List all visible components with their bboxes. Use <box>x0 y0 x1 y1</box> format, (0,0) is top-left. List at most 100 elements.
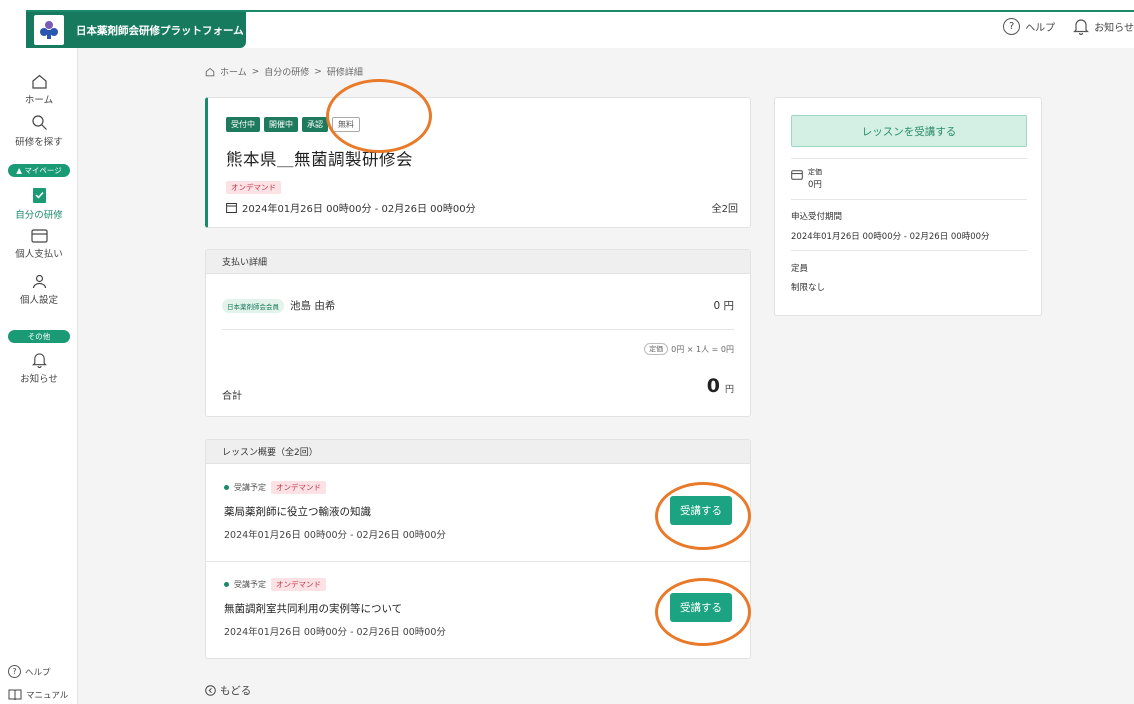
status-badge: 承認 <box>302 117 328 132</box>
lesson-card: レッスン概要（全2回） 受講予定 オンデマンド 薬局薬剤師に役立つ輸液の知識 2… <box>205 439 751 659</box>
list-item: 受講予定 オンデマンド 薬局薬剤師に役立つ輸液の知識 2024年01月26日 0… <box>206 464 750 561</box>
lesson-dates: 2024年01月26日 00時00分 - 02月26日 00時00分 <box>224 627 446 638</box>
sidebar-item-label: お知らせ <box>20 374 58 385</box>
ondemand-tag: オンデマンド <box>271 481 326 494</box>
member-row: 日本薬剤師会会員 池島 由希 <box>222 298 335 313</box>
sidebar-item-label: 個人支払い <box>15 249 63 260</box>
period-value: 2024年01月26日 00時00分 - 02月26日 00時00分 <box>791 232 990 242</box>
home-icon <box>205 67 215 76</box>
sidebar-manual-label: マニュアル <box>26 691 69 701</box>
course-dates: 2024年01月26日 00時00分 - 02月26日 00時00分 <box>226 200 476 215</box>
bell-icon <box>1073 19 1090 35</box>
list-item: 受講予定 オンデマンド 無菌調剤室共同利用の実例等について 2024年01月26… <box>206 561 750 658</box>
join-lesson-button[interactable]: 受講する <box>670 496 732 525</box>
breadcrumb-current: 研修詳細 <box>326 68 363 78</box>
sidebar-item-my-training[interactable]: 自分の研修 <box>0 187 78 221</box>
my-training-icon <box>32 188 46 203</box>
status-badge: 受付中 <box>226 117 260 132</box>
enroll-panel: レッスンを受講する 定価 0円 申込受付期間 2024年01月26日 00時00… <box>774 97 1042 316</box>
help-link[interactable]: ? ヘルプ <box>1003 18 1055 35</box>
sidebar-manual-link[interactable]: マニュアル <box>8 689 68 701</box>
total-value: 0 円 <box>707 375 734 397</box>
price-label: 定価 <box>808 168 822 176</box>
top-bar: 日本薬剤師会研修プラットフォーム ? ヘルプ お知らせ <box>0 0 1134 48</box>
back-label: もどる <box>220 685 252 697</box>
price-formula: 定価 0円 × 1人 = 0円 <box>644 343 734 355</box>
total-label: 合計 <box>222 391 242 402</box>
card-icon <box>30 229 48 243</box>
book-icon <box>8 689 22 701</box>
capacity-label: 定員 <box>791 264 809 274</box>
brand-header[interactable]: 日本薬剤師会研修プラットフォーム <box>26 12 246 48</box>
capacity-value: 制限なし <box>791 283 826 293</box>
sidebar-section-mypage[interactable]: ▲ マイページ <box>8 164 70 177</box>
period-label: 申込受付期間 <box>791 212 843 222</box>
sidebar-item-label: 個人設定 <box>19 295 58 306</box>
user-icon <box>32 274 46 289</box>
ondemand-tag: オンデマンド <box>271 578 326 591</box>
lesson-status-text: 受講予定 <box>234 580 266 589</box>
sidebar: ホーム 研修を探す ▲ マイページ 自分の研修 個人支払い 個人設定 その他 お… <box>0 48 78 704</box>
lesson-title: 薬局薬剤師に役立つ輸液の知識 <box>224 506 371 518</box>
app-title: 日本薬剤師会研修プラットフォーム <box>76 24 244 37</box>
lesson-title: 無菌調剤室共同利用の実例等について <box>224 603 403 615</box>
session-count: 全2回 <box>711 204 738 215</box>
lesson-status: 受講予定 オンデマンド <box>224 481 326 494</box>
search-icon <box>31 115 47 130</box>
take-lesson-button[interactable]: レッスンを受講する <box>791 115 1027 147</box>
divider <box>791 199 1027 200</box>
course-dates-text: 2024年01月26日 00時00分 - 02月26日 00時00分 <box>242 204 476 215</box>
breadcrumb-home[interactable]: ホーム <box>220 65 247 78</box>
breadcrumb-mine[interactable]: 自分の研修 <box>264 65 309 78</box>
divider <box>791 158 1027 159</box>
status-badges: 受付中 開催中 承認 無料 <box>226 117 360 132</box>
sidebar-help-label: ヘルプ <box>25 667 51 678</box>
sidebar-section-other: その他 <box>8 330 70 343</box>
status-badge: 開催中 <box>264 117 298 132</box>
member-name: 池島 由希 <box>290 300 336 312</box>
divider <box>791 250 1027 251</box>
sidebar-item-settings[interactable]: 個人設定 <box>0 274 78 306</box>
formula-text: 0円 × 1人 = 0円 <box>671 344 734 354</box>
association-logo-icon <box>34 15 64 45</box>
payment-heading: 支払い詳細 <box>206 250 750 274</box>
status-dot-icon <box>224 485 229 490</box>
lesson-status-text: 受講予定 <box>234 483 266 492</box>
lesson-heading: レッスン概要（全2回） <box>206 440 750 464</box>
price-value: 0円 <box>808 180 822 190</box>
notifications-label: お知らせ <box>1094 23 1134 34</box>
formula-tag: 定価 <box>644 343 669 355</box>
sidebar-item-label: 研修を探す <box>15 137 63 148</box>
sidebar-item-search[interactable]: 研修を探す <box>0 114 78 148</box>
member-tag: 日本薬剤師会会員 <box>222 298 284 313</box>
course-header-card: 受付中 開催中 承認 無料 熊本県＿無菌調製研修会 オンデマンド 2024年01… <box>205 97 751 228</box>
total-unit: 円 <box>724 385 734 395</box>
home-icon <box>31 74 47 89</box>
bell-icon <box>31 353 47 368</box>
sidebar-item-notices[interactable]: お知らせ <box>0 352 78 385</box>
back-link[interactable]: もどる <box>205 683 251 698</box>
sidebar-item-payments[interactable]: 個人支払い <box>0 229 78 260</box>
sidebar-help-link[interactable]: ? ヘルプ <box>8 665 51 678</box>
divider <box>222 329 734 330</box>
calendar-icon <box>226 203 237 213</box>
back-arrow-icon <box>205 685 216 696</box>
sidebar-item-label: 自分の研修 <box>15 210 63 221</box>
sidebar-item-label: ホーム <box>24 95 54 106</box>
payment-card: 支払い詳細 日本薬剤師会会員 池島 由希 0 円 定価 0円 × 1人 = 0円… <box>205 249 751 417</box>
sidebar-item-home[interactable]: ホーム <box>0 74 78 106</box>
lesson-dates: 2024年01月26日 00時00分 - 02月26日 00時00分 <box>224 530 446 541</box>
breadcrumb: ホーム > 自分の研修 > 研修詳細 <box>205 65 363 78</box>
status-dot-icon <box>224 582 229 587</box>
member-amount: 0 円 <box>713 300 734 312</box>
free-badge: 無料 <box>332 117 360 132</box>
join-lesson-button[interactable]: 受講する <box>670 593 732 622</box>
help-icon: ? <box>1003 18 1021 35</box>
help-icon: ? <box>8 665 21 678</box>
course-title: 熊本県＿無菌調製研修会 <box>226 150 413 169</box>
breadcrumb-separator: > <box>251 66 260 77</box>
breadcrumb-separator: > <box>314 66 322 77</box>
ondemand-tag: オンデマンド <box>226 181 281 194</box>
total-amount: 0 <box>706 375 720 397</box>
notifications-link[interactable]: お知らせ <box>1073 18 1134 35</box>
